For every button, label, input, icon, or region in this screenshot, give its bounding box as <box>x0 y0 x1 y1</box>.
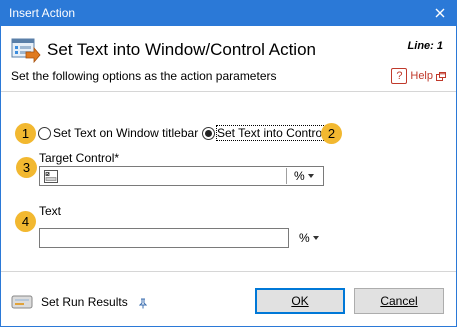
target-control-label: Target Control* <box>39 151 120 165</box>
dialog-window: Insert Action Set Text into Window/Contr… <box>0 0 457 327</box>
window-title: Insert Action <box>9 6 76 20</box>
step-badge-1: 1 <box>15 123 36 144</box>
text-label: Text <box>39 204 62 218</box>
set-run-results-button[interactable]: Set Run Results <box>11 293 128 311</box>
target-control-input[interactable] <box>39 166 324 186</box>
footer-divider <box>1 271 456 272</box>
header-subtitle: Set the following options as the action … <box>11 69 277 83</box>
control-picker-icon[interactable] <box>44 170 58 183</box>
help-link[interactable]: ? Help <box>391 67 446 85</box>
close-icon[interactable] <box>432 5 448 21</box>
run-results-icon <box>11 295 33 309</box>
step-badge-2: 2 <box>321 123 342 144</box>
dialog-header: Set Text into Window/Control Action Line… <box>1 26 456 89</box>
chevron-down-icon <box>312 236 319 240</box>
help-question-icon: ? <box>391 68 408 84</box>
title-bar[interactable]: Insert Action <box>1 1 456 26</box>
action-title: Set Text into Window/Control Action <box>47 40 316 59</box>
step-badge-4: 4 <box>15 211 36 232</box>
text-input[interactable] <box>39 228 289 248</box>
help-label: Help <box>410 70 433 82</box>
text-variable-menu[interactable]: % <box>299 231 319 245</box>
target-control-separator <box>286 168 287 184</box>
header-divider <box>1 91 456 92</box>
radio-control-option[interactable]: Set Text into Control <box>202 125 326 141</box>
line-number: Line: 1 <box>407 40 443 52</box>
pin-icon[interactable] <box>139 298 147 309</box>
step-badge-3: 3 <box>16 157 37 178</box>
target-control-variable-menu[interactable]: % <box>294 169 314 183</box>
radio-titlebar[interactable] <box>38 126 51 140</box>
chevron-down-icon <box>307 174 314 178</box>
cancel-button[interactable]: Cancel <box>354 288 444 314</box>
run-results-label: Set Run Results <box>41 295 128 309</box>
radio-titlebar-option[interactable]: Set Text on Window titlebar <box>38 126 198 140</box>
target-control-pct: % <box>294 169 305 183</box>
radio-titlebar-label: Set Text on Window titlebar <box>53 126 199 140</box>
text-pct: % <box>299 231 310 245</box>
ok-button-label: OK <box>291 294 309 308</box>
ok-button[interactable]: OK <box>255 288 345 314</box>
set-text-action-icon <box>11 38 41 64</box>
radio-control[interactable] <box>202 126 215 140</box>
external-window-icon <box>436 71 446 81</box>
cancel-button-label: Cancel <box>380 294 418 308</box>
radio-control-label: Set Text into Control <box>216 125 326 141</box>
